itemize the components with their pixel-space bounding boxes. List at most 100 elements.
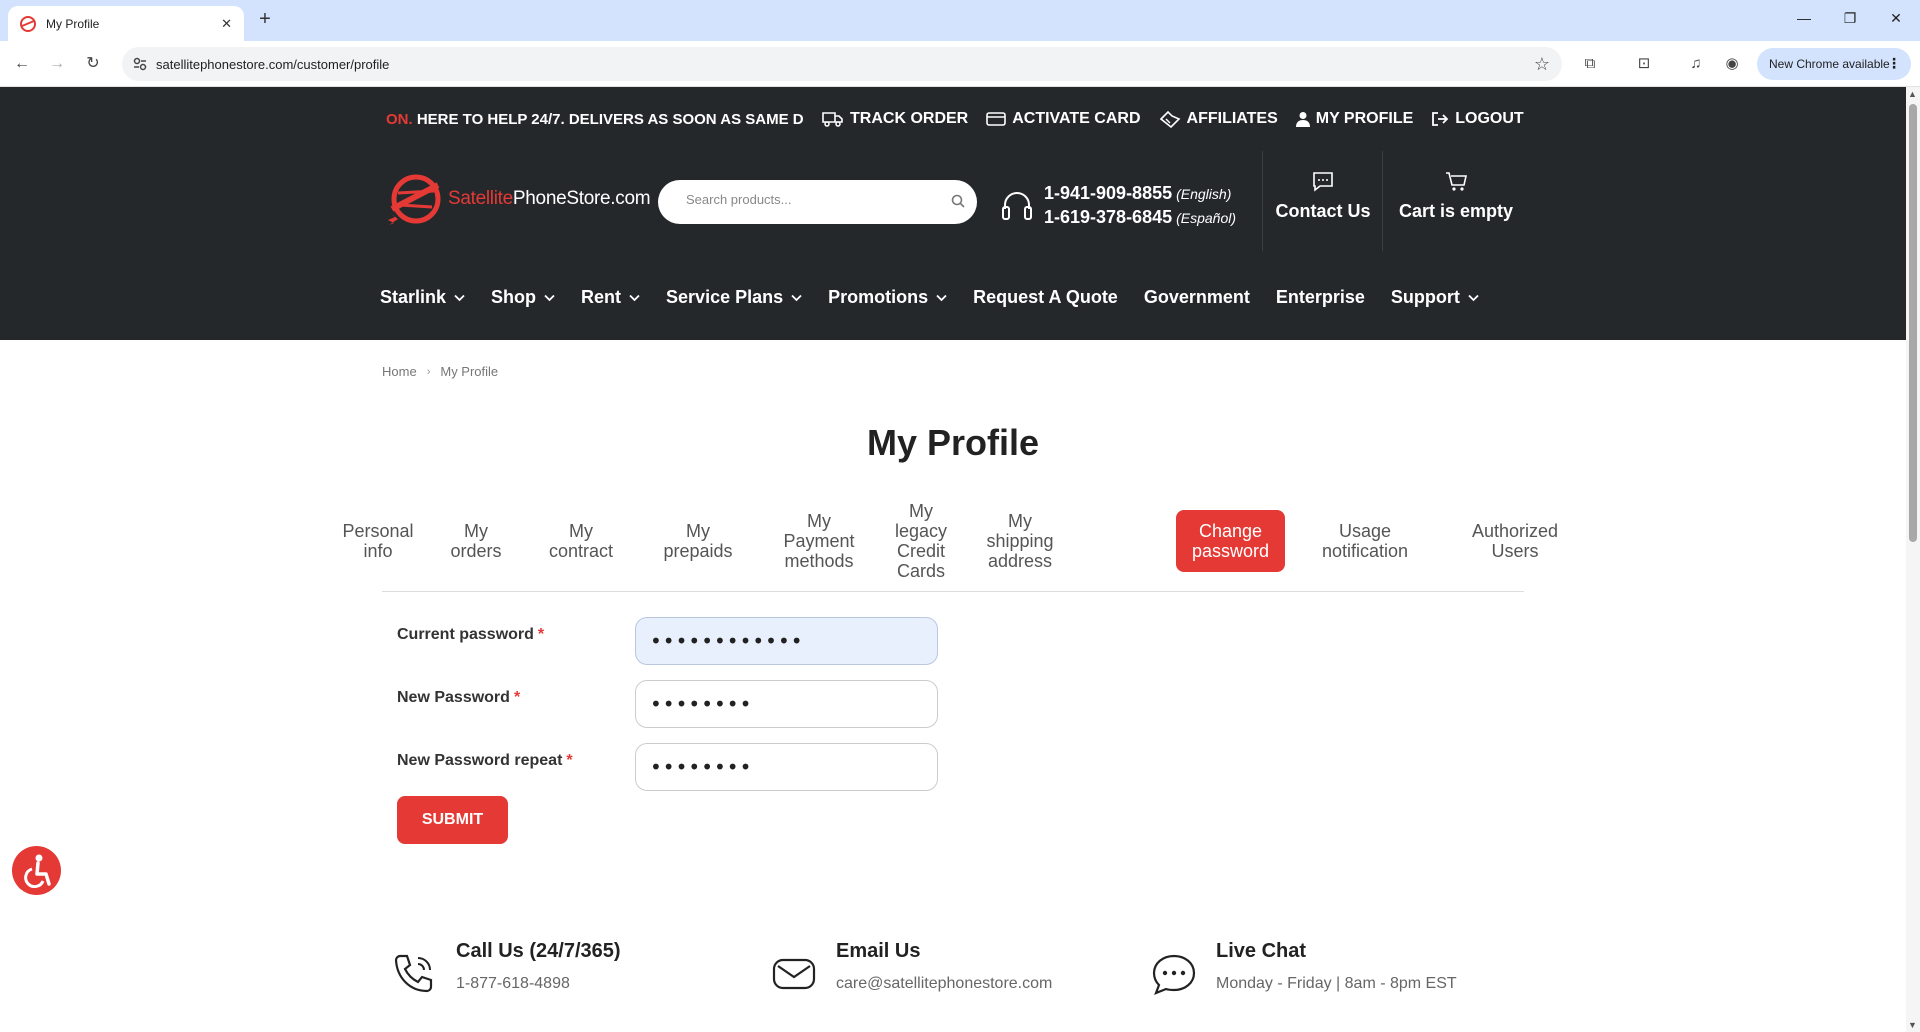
new-tab-icon[interactable]: + [254, 9, 276, 31]
email-address[interactable]: care@satellitephonestore.com [836, 975, 1052, 993]
header-divider [1262, 151, 1263, 251]
media-control-icon[interactable]: ♫ [1684, 52, 1708, 76]
scroll-up-icon[interactable]: ▲ [1908, 89, 1917, 99]
restore-icon[interactable]: ❐ [1840, 10, 1860, 27]
accessibility-icon [24, 854, 51, 888]
current-password-label: Current password * [397, 626, 545, 643]
header-divider [1382, 151, 1383, 251]
forward-icon[interactable]: → [46, 53, 68, 75]
current-password-field[interactable] [635, 617, 938, 665]
email-us-block: Email Us care@satellitephonestore.com [772, 940, 1052, 996]
handshake-icon [1159, 110, 1180, 128]
new-password-field[interactable] [635, 680, 938, 728]
nav-item-label: Government [1143, 287, 1250, 307]
my-profile-link[interactable]: MY PROFILE [1295, 110, 1413, 128]
activate-card-link[interactable]: ACTIVATE CARD [986, 110, 1141, 128]
tab-legacy-credit-cards[interactable]: My legacy Credit Cards [890, 500, 952, 582]
tab-authorized-users[interactable]: Authorized Users [1470, 510, 1560, 572]
live-chat-hours: Monday - Friday | 8am - 8pm EST [1216, 975, 1457, 992]
nav-item-label: Request A Quote [973, 287, 1118, 307]
chrome-update-label: New Chrome available [1769, 57, 1890, 71]
activate-card-label: ACTIVATE CARD [1012, 110, 1141, 127]
tab-payment-methods[interactable]: My Payment methods [776, 510, 862, 572]
tab-my-orders[interactable]: My orders [440, 510, 512, 572]
address-bar[interactable]: satellitephonestore.com/customer/profile… [122, 47, 1562, 81]
reload-icon[interactable]: ↻ [82, 53, 104, 75]
tab-search-icon[interactable]: ⊡ [1632, 52, 1656, 76]
chevron-down-icon [454, 294, 465, 301]
email-us-title: Email Us [836, 940, 921, 962]
logo-text: SatellitePhoneStore.com [448, 188, 651, 209]
site-header: ON. HERE TO HELP 24/7. DELIVERS AS SOON … [0, 87, 1906, 340]
scroll-thumb[interactable] [1909, 104, 1917, 542]
tabs-divider [382, 591, 1524, 592]
phone-spanish[interactable]: 1-619-378-6845 (Español) [1044, 206, 1236, 230]
breadcrumb-home[interactable]: Home [382, 364, 417, 379]
phone-english[interactable]: 1-941-909-8855 (English) [1044, 182, 1236, 206]
call-us-block: Call Us (24/7/365) 1-877-618-4898 [392, 940, 621, 996]
tab-personal-info[interactable]: Personal info [330, 510, 426, 572]
nav-item-rent[interactable]: Rent [581, 287, 640, 308]
top-utility-bar: ON. HERE TO HELP 24/7. DELIVERS AS SOON … [386, 109, 1524, 129]
chevron-down-icon [1468, 294, 1479, 301]
profile-icon[interactable]: ◉ [1720, 52, 1744, 76]
phone-icon [394, 954, 433, 993]
search-icon[interactable] [951, 194, 965, 208]
track-order-link[interactable]: TRACK ORDER [822, 110, 968, 128]
page-scrollbar[interactable]: ▲ ▼ [1906, 87, 1920, 1032]
browser-tab[interactable]: My Profile ✕ [8, 6, 244, 41]
affiliates-link[interactable]: AFFILIATES [1159, 110, 1278, 128]
nav-item-label: Support [1390, 287, 1460, 307]
breadcrumb-chevron-icon: › [426, 365, 431, 378]
nav-item-promotions[interactable]: Promotions [828, 287, 947, 308]
tab-close-icon[interactable]: ✕ [221, 16, 232, 32]
nav-item-label: Service Plans [666, 287, 784, 307]
nav-item-service-plans[interactable]: Service Plans [666, 287, 802, 308]
chevron-down-icon [791, 294, 802, 301]
tab-my-contract[interactable]: My contract [536, 510, 626, 572]
minimize-icon[interactable]: — [1794, 10, 1814, 26]
headset-icon [1002, 192, 1032, 220]
bookmark-star-icon[interactable]: ☆ [1534, 54, 1550, 75]
extensions-icon[interactable]: ⧉ [1578, 52, 1602, 76]
new-password-repeat-field[interactable] [635, 743, 938, 791]
close-window-icon[interactable]: ✕ [1886, 10, 1906, 27]
search-box [658, 180, 977, 224]
call-us-number[interactable]: 1-877-618-4898 [456, 975, 621, 993]
site-info-icon[interactable] [132, 56, 148, 72]
new-password-label: New Password * [397, 689, 521, 706]
accessibility-button[interactable] [12, 846, 61, 895]
cart-button[interactable]: Cart is empty [1392, 171, 1520, 222]
breadcrumb: Home › My Profile [382, 364, 498, 379]
logout-link[interactable]: LOGOUT [1431, 110, 1524, 128]
tab-change-password[interactable]: Change password [1176, 510, 1285, 572]
chrome-update-button[interactable]: New Chrome available ⋮ [1757, 48, 1911, 80]
back-icon[interactable]: ← [11, 53, 33, 75]
url-text: satellitephonestore.com/customer/profile [156, 57, 390, 72]
menu-dots-icon[interactable]: ⋮ [1887, 55, 1901, 72]
chevron-down-icon [544, 294, 555, 301]
tab-my-prepaids[interactable]: My prepaids [654, 510, 742, 572]
nav-item-support[interactable]: Support [1391, 287, 1479, 308]
announcement-ticker: ON. HERE TO HELP 24/7. DELIVERS AS SOON … [386, 111, 804, 128]
site-logo[interactable]: SatellitePhoneStore.com [386, 171, 652, 227]
nav-item-starlink[interactable]: Starlink [380, 287, 465, 308]
live-chat-block: Live Chat Monday - Friday | 8am - 8pm ES… [1152, 940, 1457, 996]
nav-item-shop[interactable]: Shop [491, 287, 555, 308]
breadcrumb-current: My Profile [440, 364, 499, 379]
browser-toolbar: ← → ↻ satellitephonestore.com/customer/p… [0, 41, 1920, 87]
tab-usage-notification[interactable]: Usage notification [1310, 510, 1420, 572]
chevron-down-icon [629, 294, 640, 301]
nav-item-government[interactable]: Government [1144, 287, 1250, 308]
submit-button[interactable]: SUBMIT [397, 796, 508, 844]
contact-us-button[interactable]: Contact Us [1272, 171, 1374, 222]
browser-tab-strip: My Profile ✕ + — ❐ ✕ [0, 0, 1920, 41]
logout-label: LOGOUT [1455, 110, 1524, 127]
scroll-down-icon[interactable]: ▼ [1908, 1020, 1917, 1030]
nav-item-request-a-quote[interactable]: Request A Quote [973, 287, 1118, 308]
main-navigation: Starlink Shop Rent Service Plans Promotions R… [380, 287, 1505, 308]
nav-item-enterprise[interactable]: Enterprise [1276, 287, 1365, 308]
tab-shipping-address[interactable]: My shipping address [980, 510, 1060, 572]
nav-item-label: Starlink [380, 287, 447, 307]
search-input[interactable] [686, 192, 936, 207]
